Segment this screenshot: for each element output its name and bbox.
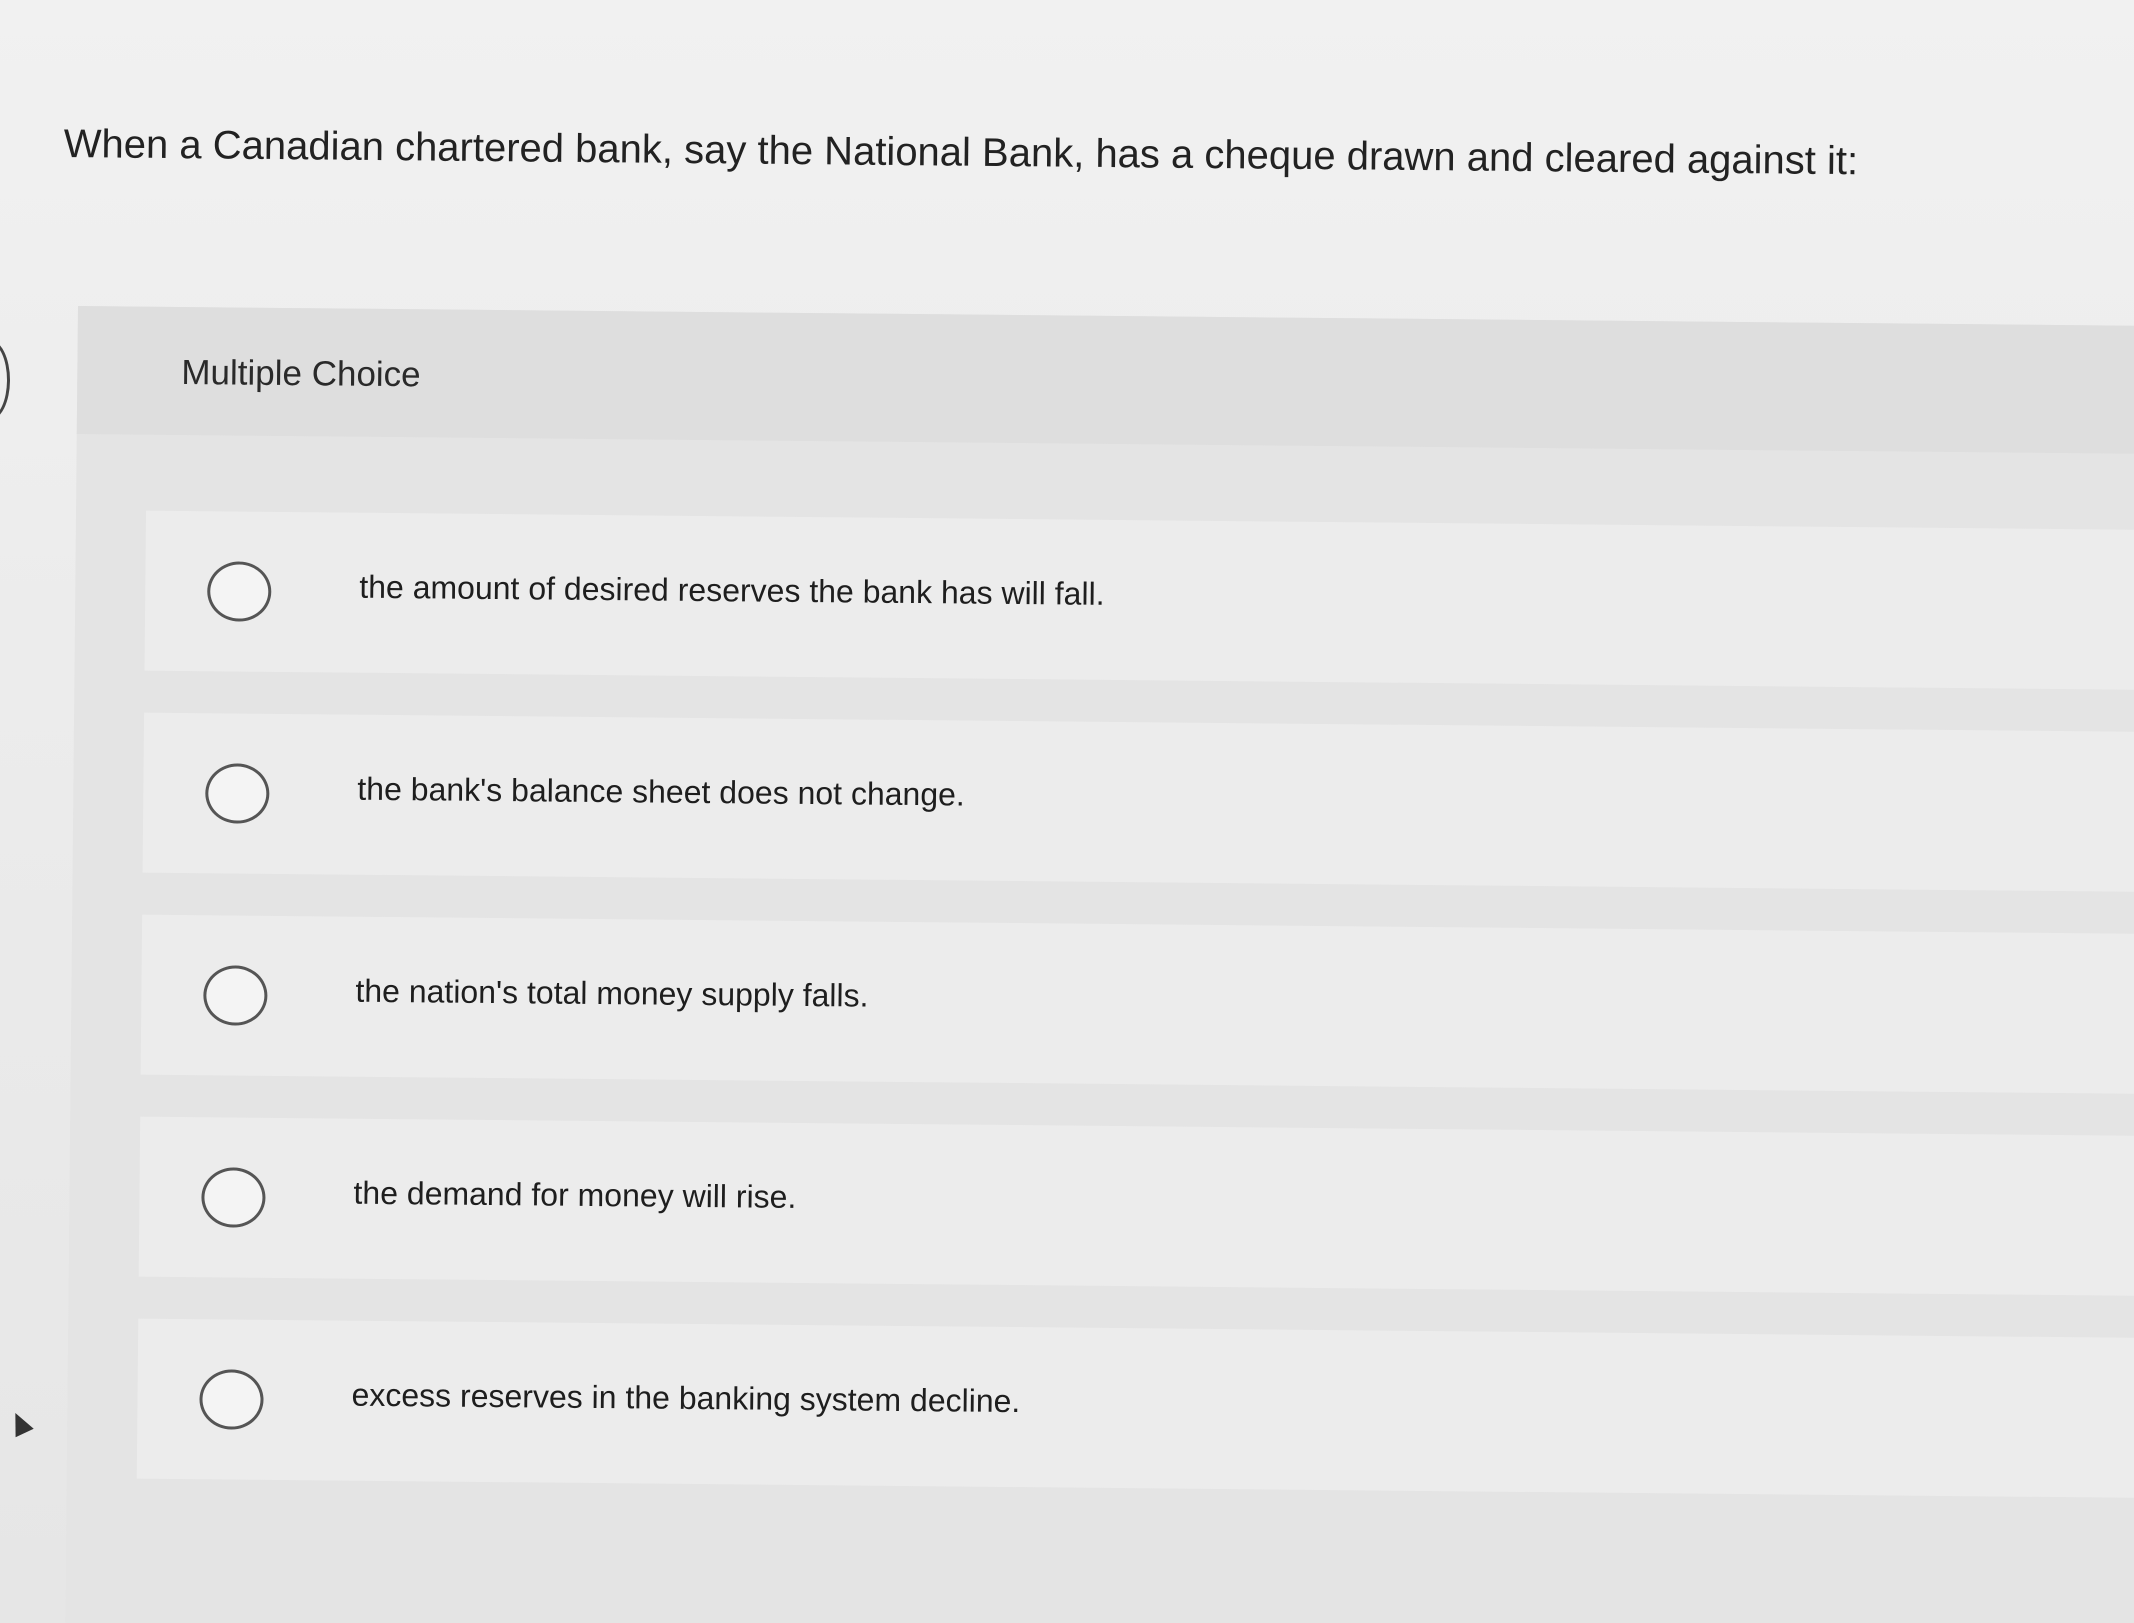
choice-label: the bank's balance sheet does not change… <box>357 770 965 813</box>
choice-option-3[interactable]: the nation's total money supply falls. <box>140 914 2134 1094</box>
choice-label: the demand for money will rise. <box>353 1174 797 1215</box>
answer-panel: Multiple Choice the amount of desired re… <box>65 306 2134 1623</box>
choice-option-2[interactable]: the bank's balance sheet does not change… <box>142 712 2134 892</box>
choice-label: the amount of desired reserves the bank … <box>359 568 1105 612</box>
quiz-page: When a Canadian chartered bank, say the … <box>0 0 2134 1623</box>
question-prompt: When a Canadian chartered bank, say the … <box>63 121 1859 184</box>
choice-option-1[interactable]: the amount of desired reserves the bank … <box>144 510 2134 690</box>
partial-control-edge <box>0 340 10 420</box>
panel-header: Multiple Choice <box>76 306 2134 454</box>
choice-option-4[interactable]: the demand for money will rise. <box>138 1116 2134 1296</box>
radio-button[interactable] <box>206 561 272 622</box>
choice-list: the amount of desired reserves the bank … <box>136 510 2134 1540</box>
radio-button[interactable] <box>205 763 270 824</box>
mouse-pointer-icon <box>6 1408 34 1438</box>
radio-button[interactable] <box>203 965 268 1026</box>
choice-option-5[interactable]: excess reserves in the banking system de… <box>136 1318 2134 1498</box>
radio-button[interactable] <box>201 1167 266 1228</box>
choice-label: excess reserves in the banking system de… <box>351 1376 1021 1420</box>
choice-label: the nation's total money supply falls. <box>355 972 869 1014</box>
radio-button[interactable] <box>199 1369 264 1430</box>
question-type-label: Multiple Choice <box>181 352 421 395</box>
